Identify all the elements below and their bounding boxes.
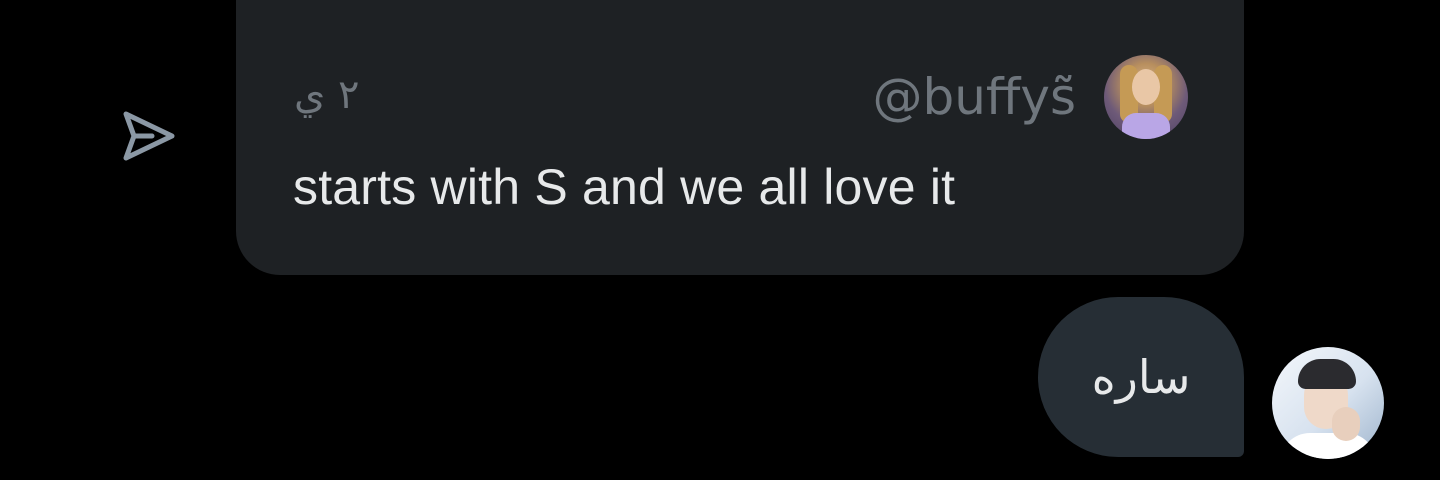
share-arrow-icon [114, 104, 178, 173]
dm-conversation: ٢ ي @buffys̃̃ starts with S and we all l… [0, 0, 1440, 480]
avatar-face [1132, 69, 1160, 105]
avatar-outfit [1122, 113, 1170, 139]
post-author-avatar[interactable] [1104, 55, 1188, 139]
post-timestamp: ٢ ي [294, 72, 360, 118]
sender-avatar[interactable] [1272, 347, 1384, 459]
quoted-post-card[interactable]: ٢ ي @buffys̃̃ starts with S and we all l… [236, 0, 1244, 275]
avatar-hand [1332, 407, 1360, 441]
share-button[interactable] [108, 100, 184, 176]
message-bubble[interactable]: ساره [1038, 297, 1244, 457]
message-text: ساره [1091, 350, 1191, 404]
post-text: starts with S and we all love it [293, 159, 956, 215]
post-author-handle[interactable]: @buffys̃̃ [872, 68, 1076, 126]
avatar-hair [1298, 359, 1356, 389]
avatar-shirt [1280, 433, 1376, 459]
